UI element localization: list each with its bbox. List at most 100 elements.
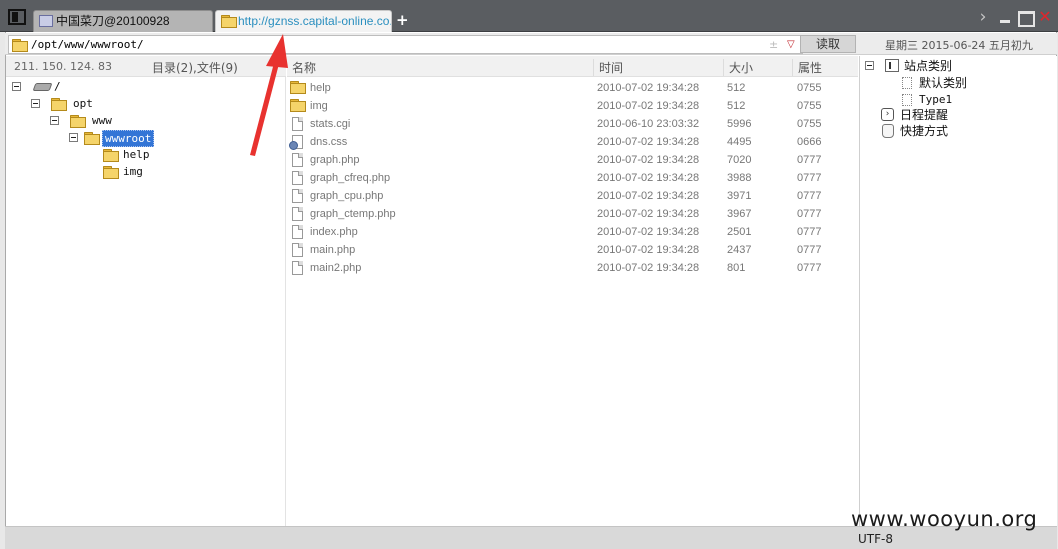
- hand-icon: [882, 124, 894, 138]
- shortcut-node[interactable]: 快捷方式: [881, 123, 1041, 139]
- file-row[interactable]: index.php 2010-07-02 19:34:28 2501 0777: [287, 223, 858, 241]
- column-header-time[interactable]: 时间: [593, 59, 623, 76]
- minimize-button[interactable]: [998, 9, 1012, 25]
- file-name: main.php: [310, 244, 356, 256]
- chevron-down-icon[interactable]: ▽: [787, 37, 795, 52]
- tree-node-wwwroot[interactable]: wwwroot: [69, 130, 269, 147]
- tree-label: www: [92, 114, 112, 127]
- file-time: 2010-07-02 19:34:28: [597, 190, 700, 202]
- file-row[interactable]: img 2010-07-02 19:34:28 512 0755: [287, 97, 858, 115]
- page-icon: [902, 94, 912, 106]
- folder-icon: [290, 99, 306, 113]
- tab-caidao[interactable]: 中国菜刀@20100928: [33, 10, 213, 32]
- tree-node-help[interactable]: help: [103, 147, 253, 163]
- file-name: graph_ctemp.php: [310, 208, 396, 220]
- tree-label-selected: wwwroot: [102, 130, 155, 147]
- file-time: 2010-07-02 19:34:28: [597, 136, 700, 148]
- file-row[interactable]: graph_cpu.php 2010-07-02 19:34:28 3971 0…: [287, 187, 858, 205]
- file-size: 3988: [727, 172, 752, 184]
- file-icon: [290, 225, 304, 239]
- file-time: 2010-07-02 19:34:28: [597, 208, 700, 220]
- category-icon: [885, 59, 899, 72]
- folder-icon: [70, 115, 86, 128]
- path-input[interactable]: /opt/www/wwwroot/ ± ▽: [8, 35, 803, 54]
- file-size: 2437: [727, 244, 752, 256]
- file-row[interactable]: help 2010-07-02 19:34:28 512 0755: [287, 79, 858, 97]
- collapse-icon[interactable]: [50, 116, 59, 125]
- schedule-icon: ›: [881, 108, 894, 121]
- file-size: 3971: [727, 190, 752, 202]
- category-item[interactable]: Type1: [902, 92, 1042, 108]
- file-row[interactable]: main2.php 2010-07-02 19:34:28 801 0777: [287, 259, 858, 277]
- history-icon[interactable]: ±: [769, 37, 778, 52]
- page-icon: [902, 77, 912, 89]
- file-attr: 0666: [797, 136, 822, 148]
- tab-site[interactable]: http://gznss.capital-online.co...: [215, 10, 392, 32]
- file-time: 2010-07-02 19:34:28: [597, 226, 700, 238]
- tree-node-root[interactable]: /: [12, 79, 212, 95]
- maximize-button[interactable]: [1018, 9, 1035, 27]
- category-item[interactable]: 默认类别: [902, 75, 1042, 91]
- file-size: 7020: [727, 154, 752, 166]
- file-size: 3967: [727, 208, 752, 220]
- new-tab-button[interactable]: +: [396, 9, 409, 31]
- file-row[interactable]: graph.php 2010-07-02 19:34:28 7020 0777: [287, 151, 858, 169]
- file-row[interactable]: graph_cfreq.php 2010-07-02 19:34:28 3988…: [287, 169, 858, 187]
- file-name: graph.php: [310, 154, 360, 166]
- schedule-label: 日程提醒: [900, 108, 949, 122]
- tree-label: /: [54, 80, 61, 93]
- chevron-right-icon[interactable]: ›: [976, 9, 990, 26]
- file-name: index.php: [310, 226, 358, 238]
- collapse-icon[interactable]: [31, 99, 40, 108]
- collapse-icon[interactable]: [69, 133, 78, 142]
- window-menu-icon[interactable]: [8, 9, 26, 25]
- site-category-node[interactable]: 站点类别: [865, 58, 1045, 74]
- collapse-icon[interactable]: [12, 82, 21, 91]
- directory-tree: / opt www wwwroot help img: [6, 77, 286, 526]
- file-size: 4495: [727, 136, 752, 148]
- file-attr: 0755: [797, 82, 822, 94]
- tree-node-opt[interactable]: opt: [31, 96, 231, 112]
- collapse-icon[interactable]: [865, 61, 874, 70]
- tab-label: 中国菜刀@20100928: [56, 14, 170, 28]
- file-time: 2010-07-02 19:34:28: [597, 100, 700, 112]
- file-icon: [290, 243, 304, 257]
- column-header-name[interactable]: 名称: [287, 59, 316, 76]
- file-list-header: 名称 时间 大小 属性: [287, 56, 858, 77]
- file-row[interactable]: stats.cgi 2010-06-10 23:03:32 5996 0755: [287, 115, 858, 133]
- file-icon: [290, 171, 304, 185]
- read-button[interactable]: 读取: [800, 35, 856, 53]
- file-size: 801: [727, 262, 746, 274]
- file-name: img: [310, 100, 328, 112]
- column-header-size[interactable]: 大小: [723, 59, 753, 76]
- file-icon: [290, 153, 304, 167]
- file-time: 2010-07-02 19:34:28: [597, 154, 700, 166]
- tab-label: http://gznss.capital-online.co...: [238, 14, 392, 28]
- schedule-node[interactable]: › 日程提醒: [881, 107, 1041, 123]
- file-time: 2010-07-02 19:34:28: [597, 82, 700, 94]
- tree-node-img[interactable]: img: [103, 164, 253, 180]
- folder-icon: [51, 98, 67, 111]
- tree-node-www[interactable]: www: [50, 113, 250, 129]
- server-ip: 211. 150. 124. 83: [14, 60, 112, 73]
- file-time: 2010-07-02 19:34:28: [597, 262, 700, 274]
- watermark: www.wooyun.org: [851, 507, 1038, 531]
- tree-label: opt: [73, 97, 93, 110]
- file-name: graph_cpu.php: [310, 190, 384, 202]
- file-attr: 0755: [797, 118, 822, 130]
- file-time: 2010-07-02 19:34:28: [597, 244, 700, 256]
- file-icon: [290, 117, 304, 131]
- file-row[interactable]: dns.css 2010-07-02 19:34:28 4495 0666: [287, 133, 858, 151]
- column-header-attr[interactable]: 属性: [792, 59, 822, 76]
- site-category-panel: 站点类别 默认类别 Type1 › 日程提醒 快捷方式: [859, 56, 1057, 526]
- file-icon: [290, 189, 304, 203]
- site-category-label: 站点类别: [904, 59, 953, 73]
- file-row[interactable]: main.php 2010-07-02 19:34:28 2437 0777: [287, 241, 858, 259]
- folder-icon: [221, 15, 237, 28]
- dir-file-count: 目录(2),文件(9): [152, 61, 238, 75]
- address-bar: /opt/www/wwwroot/ ± ▽ 读取 星期三 2015-06-24 …: [5, 33, 1057, 55]
- file-attr: 0777: [797, 154, 822, 166]
- close-button[interactable]: ✕: [1037, 9, 1053, 25]
- file-row[interactable]: graph_ctemp.php 2010-07-02 19:34:28 3967…: [287, 205, 858, 223]
- file-attr: 0777: [797, 244, 822, 256]
